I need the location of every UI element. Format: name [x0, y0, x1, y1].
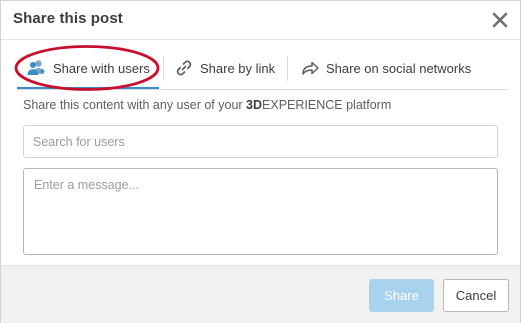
cancel-button[interactable]: Cancel [443, 279, 509, 312]
share-tabs: Share with users Share by link Share on … [17, 49, 508, 90]
tab-share-with-users[interactable]: Share with users [27, 49, 150, 87]
tab-share-on-social-networks[interactable]: Share on social networks [301, 49, 471, 87]
close-icon [492, 12, 508, 28]
share-dialog: Share this post Share with users Share b… [0, 0, 521, 323]
search-users-input[interactable] [23, 125, 498, 158]
share-description: Share this content with any user of your… [23, 98, 391, 112]
dialog-header: Share this post [1, 1, 520, 40]
description-suffix: platform [342, 98, 392, 112]
close-button[interactable] [489, 9, 511, 31]
tab-divider [163, 56, 164, 81]
description-prefix: Share this content with any user of your [23, 98, 247, 112]
brand-3d: 3D [246, 98, 263, 112]
message-textarea[interactable] [23, 168, 498, 255]
brand-experience: EXPERIENCE [262, 98, 343, 112]
tab-divider [287, 56, 288, 81]
tab-label: Share with users [53, 60, 150, 76]
tab-label: Share on social networks [326, 60, 472, 76]
share-arrow-icon [301, 59, 319, 77]
dialog-title: Share this post [13, 10, 123, 27]
dialog-footer: Share Cancel [1, 265, 520, 323]
link-icon [175, 59, 193, 77]
tab-share-by-link[interactable]: Share by link [175, 49, 275, 87]
share-button[interactable]: Share [369, 279, 434, 312]
active-tab-underline [17, 87, 159, 89]
users-icon [27, 59, 46, 77]
tab-label: Share by link [200, 60, 276, 76]
